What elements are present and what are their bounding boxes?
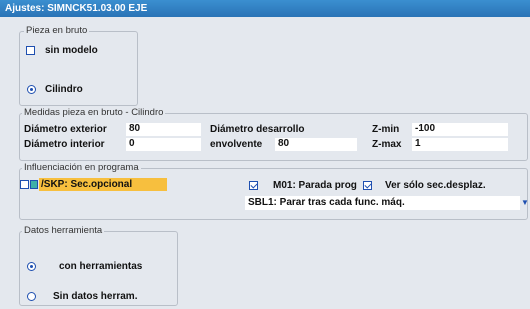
- diam-int-field[interactable]: 0: [126, 138, 201, 151]
- zmin-field[interactable]: -100: [412, 123, 508, 136]
- zmax-field[interactable]: 1: [412, 138, 508, 151]
- skp-checkbox[interactable]: [20, 180, 29, 189]
- sin-datos-radio[interactable]: [27, 292, 36, 301]
- sin-modelo-checkbox[interactable]: [26, 46, 35, 55]
- dimensions-group: [19, 113, 528, 161]
- m01-checkbox[interactable]: [249, 181, 258, 190]
- skp-highlight-label[interactable]: /SKP: Sec.opcional: [39, 178, 167, 191]
- dimensions-legend: Medidas pieza en bruto - Cilindro: [22, 107, 166, 118]
- diam-ext-label: Diámetro exterior: [24, 124, 107, 135]
- envolvente-label: envolvente: [210, 139, 263, 150]
- diam-ext-field[interactable]: 80: [126, 123, 201, 136]
- program-legend: Influenciación en programa: [22, 162, 141, 173]
- m01-label: M01: Parada prog: [273, 180, 357, 191]
- sin-modelo-label: sin modelo: [45, 45, 98, 56]
- sbl-dropdown[interactable]: SBL1: Parar tras cada func. máq.: [245, 196, 520, 210]
- stock-legend: Pieza en bruto: [24, 25, 90, 36]
- sin-datos-label: Sin datos herram.: [53, 291, 138, 302]
- skp-state-icon: [30, 180, 38, 189]
- tools-legend: Datos herramienta: [22, 225, 105, 236]
- zmax-label: Z-max: [372, 139, 402, 150]
- cilindro-radio[interactable]: [27, 85, 36, 94]
- envolvente-field[interactable]: 80: [275, 138, 357, 151]
- zmin-label: Z-min: [372, 124, 400, 135]
- diam-des-label: Diámetro desarrollo: [210, 124, 305, 135]
- ver-checkbox[interactable]: [363, 181, 372, 190]
- ver-label: Ver sólo sec.desplaz.: [385, 180, 486, 191]
- con-herramientas-label: con herramientas: [59, 261, 143, 272]
- cilindro-label: Cilindro: [45, 84, 83, 95]
- diam-int-label: Diámetro interior: [24, 139, 105, 150]
- window-title: Ajustes: SIMNCK51.03.00 EJE: [0, 0, 530, 17]
- settings-window: Ajustes: SIMNCK51.03.00 EJE Pieza en bru…: [0, 0, 530, 309]
- con-herramientas-radio[interactable]: [27, 262, 36, 271]
- chevron-down-icon[interactable]: ▼: [521, 198, 529, 207]
- program-group: [19, 168, 528, 220]
